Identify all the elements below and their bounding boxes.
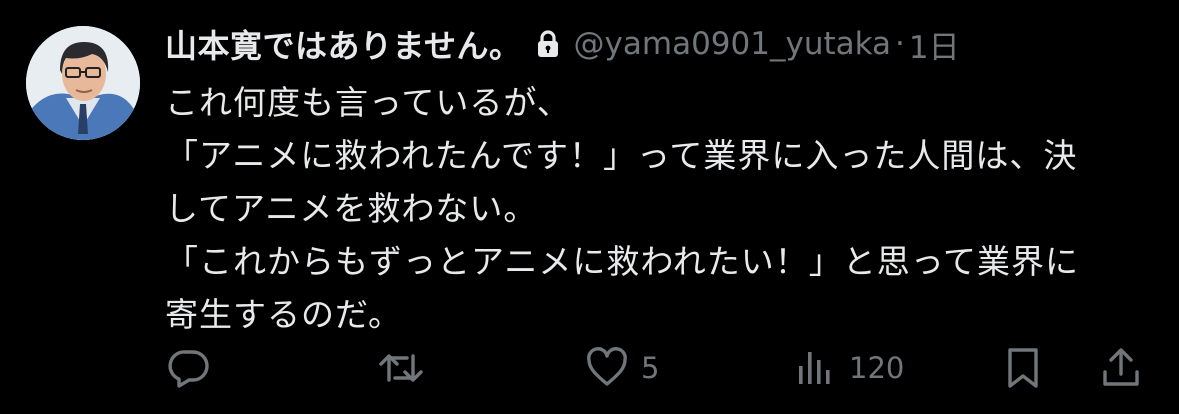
views-button[interactable]: 120 xyxy=(793,340,904,396)
like-count: 5 xyxy=(641,351,660,385)
tweet-text-line: してアニメを救わない。 xyxy=(165,189,538,228)
share-button[interactable] xyxy=(1099,340,1143,396)
timestamp[interactable]: 1日 xyxy=(909,22,960,67)
views-count: 120 xyxy=(849,351,905,385)
share-icon xyxy=(1103,348,1139,386)
bookmark-icon xyxy=(1008,348,1038,388)
user-handle[interactable]: @yama0901_yutaka xyxy=(574,26,891,62)
separator-dot: · xyxy=(895,26,905,62)
tweet-text: これ何度も言っているが、 「アニメに救われたんです！」って業界に入った人間は、決… xyxy=(165,76,1155,341)
retweet-button[interactable] xyxy=(377,340,425,396)
reply-icon xyxy=(168,350,209,388)
avatar[interactable] xyxy=(26,26,140,140)
tweet-text-line: 「これからもずっとアニメに救われたい！」と思って業界に xyxy=(165,242,1080,281)
tweet-text-line: これ何度も言っているが、 xyxy=(165,83,571,122)
bookmark-button[interactable] xyxy=(1001,340,1045,396)
heart-icon xyxy=(587,347,627,386)
tweet-header: 山本寛ではありません。 @yama0901_yutaka · 1日 xyxy=(165,22,960,66)
reply-button[interactable] xyxy=(167,340,211,396)
action-bar: 5 120 xyxy=(165,340,1155,396)
tweet: 山本寛ではありません。 @yama0901_yutaka · 1日 これ何度も言… xyxy=(0,0,1179,414)
lock-icon xyxy=(536,29,560,59)
tweet-text-line: 「アニメに救われたんです！」って業界に入った人間は、決 xyxy=(165,136,1078,175)
like-button[interactable]: 5 xyxy=(585,340,659,396)
tweet-text-line: 寄生するのだ。 xyxy=(165,295,403,334)
display-name[interactable]: 山本寛ではありません。 xyxy=(165,21,522,67)
retweet-icon xyxy=(379,354,423,382)
views-icon xyxy=(799,352,830,384)
avatar-illustration xyxy=(26,26,140,140)
